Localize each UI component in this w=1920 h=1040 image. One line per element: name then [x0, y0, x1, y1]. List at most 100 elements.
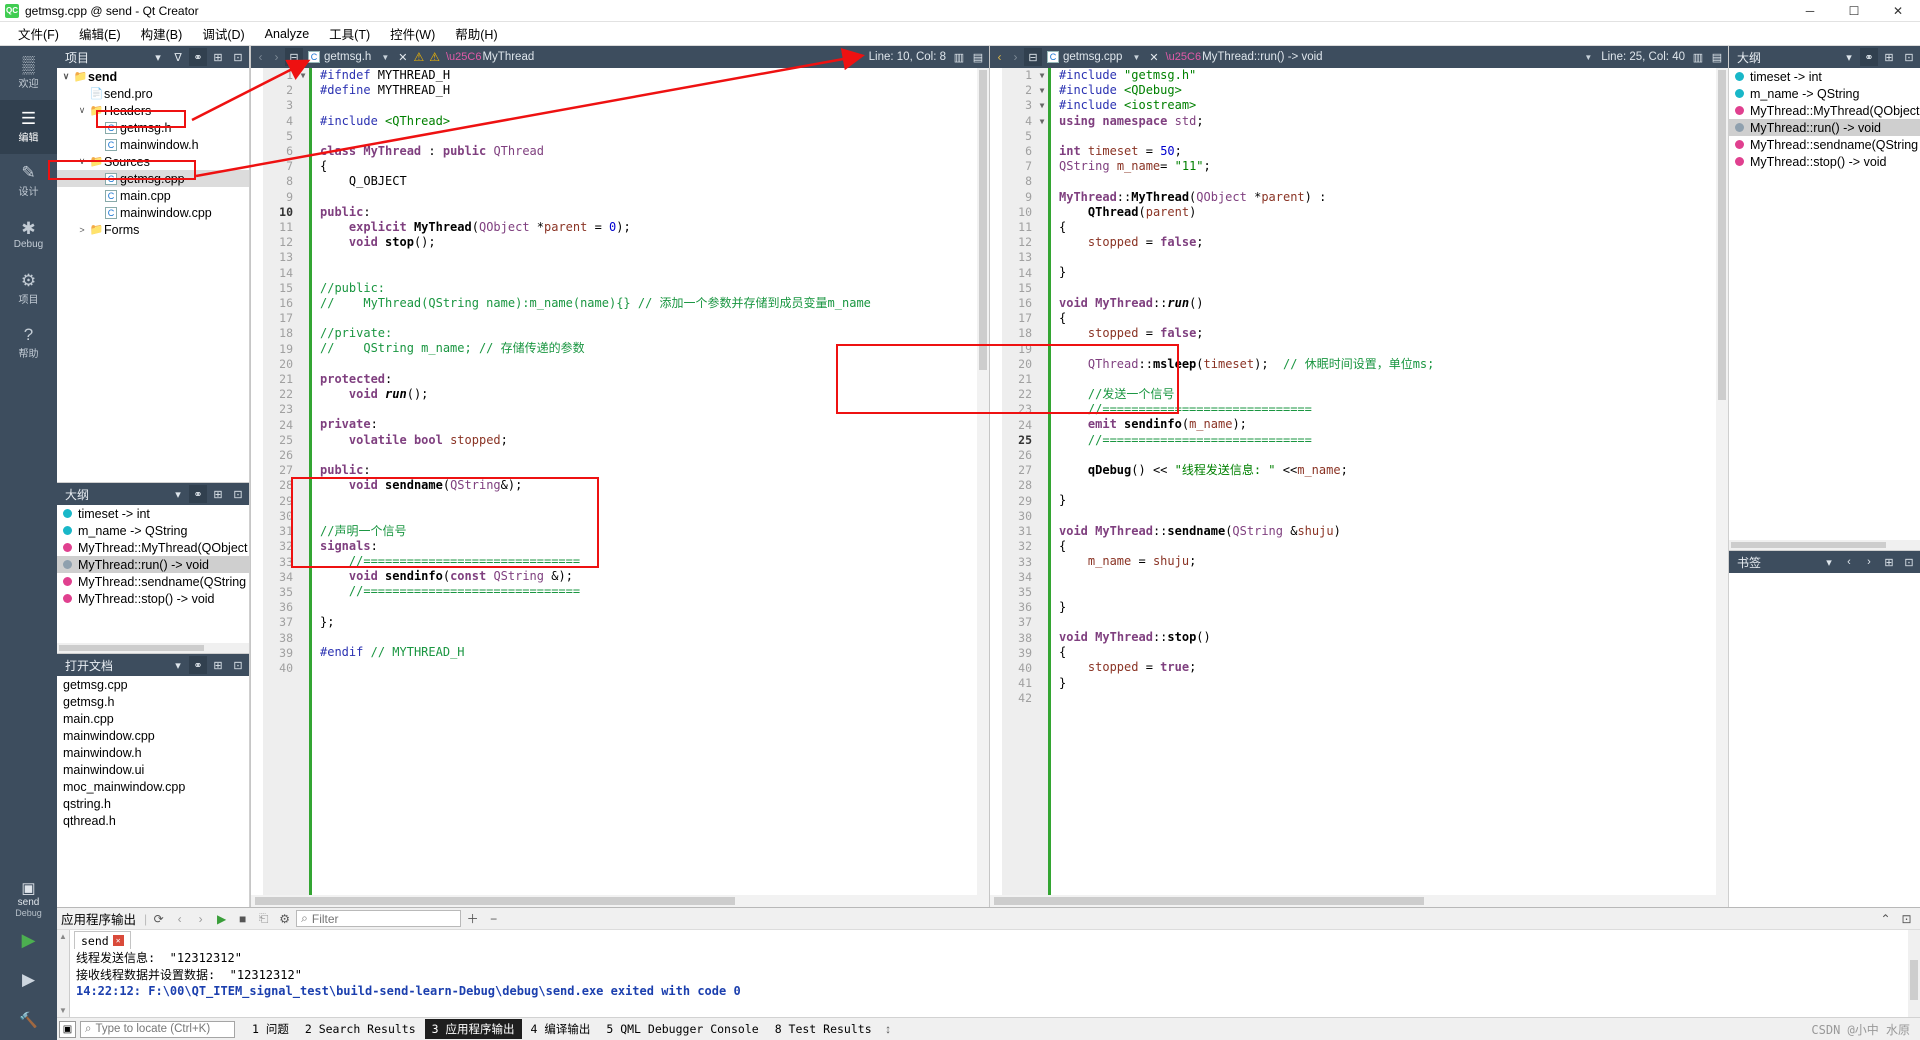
tree-item-mainwindow.cpp[interactable]: Cmainwindow.cpp: [57, 204, 249, 221]
minimize-icon[interactable]: ─: [1788, 0, 1832, 22]
mode-编辑[interactable]: ☰ 编辑: [0, 100, 57, 154]
warning-icon[interactable]: ⚠: [427, 50, 442, 64]
split-editor-icon[interactable]: ⊟: [1024, 48, 1042, 66]
editor-right-symbol-combo[interactable]: MyThread::run() -> void: [1202, 51, 1578, 63]
menu-item-6[interactable]: 控件(W): [380, 22, 445, 45]
outline-left-item[interactable]: MyThread::run() -> void: [57, 556, 249, 573]
tree-item-getmsg.cpp[interactable]: Cgetmsg.cpp: [57, 170, 249, 187]
outline-right-item[interactable]: MyThread::stop() -> void: [1729, 153, 1920, 170]
tree-item-main.cpp[interactable]: Cmain.cpp: [57, 187, 249, 204]
outline-right-item[interactable]: m_name -> QString: [1729, 85, 1920, 102]
nav-forward-icon[interactable]: ›: [1860, 553, 1878, 571]
open-document-item[interactable]: mainwindow.cpp: [57, 727, 249, 744]
chevron-down-icon[interactable]: ▾: [169, 485, 187, 503]
chevron-down-icon[interactable]: ▼: [376, 53, 394, 62]
editor-left-code-area[interactable]: 1 2 3 4 5 6 7 8 9 10 11 12 13 14 15 16 17 18 19 20 21 22 23 24 2…: [251, 68, 989, 895]
open-document-item[interactable]: main.cpp: [57, 710, 249, 727]
scroll-down-icon[interactable]: ▼: [59, 1006, 67, 1015]
editor-left-file-chip[interactable]: C getmsg.h: [304, 51, 375, 63]
tree-item-getmsg.h[interactable]: Cgetmsg.h: [57, 119, 249, 136]
fold-toggle-icon[interactable]: ▼: [1036, 114, 1048, 129]
zoom-out-icon[interactable]: −: [484, 909, 503, 928]
split-horizontal-icon[interactable]: ▥: [1689, 48, 1707, 66]
chevron-down-icon[interactable]: ▾: [169, 656, 187, 674]
panel-close-icon[interactable]: ⊡: [1900, 48, 1918, 66]
expand-arrow-icon[interactable]: ∨: [75, 105, 89, 116]
menu-item-1[interactable]: 编辑(E): [69, 22, 131, 45]
status-tab-2-Search-Results[interactable]: 2 Search Results: [298, 1020, 423, 1038]
split-icon[interactable]: ⊞: [209, 656, 227, 674]
menu-item-0[interactable]: 文件(F): [8, 22, 69, 45]
build-hammer-icon[interactable]: 🔨: [0, 1000, 57, 1040]
editor-right-file-chip[interactable]: C getmsg.cpp: [1043, 51, 1126, 63]
mode-欢迎[interactable]: ▒ 欢迎: [0, 46, 57, 100]
outline-left-item[interactable]: MyThread::stop() -> void: [57, 590, 249, 607]
warning-icon[interactable]: ⚠: [411, 50, 426, 64]
link-icon[interactable]: ⚭: [189, 485, 207, 503]
locator-options-icon[interactable]: ▣: [59, 1020, 76, 1038]
editor-left-hscrollbar[interactable]: [251, 895, 989, 907]
tree-item-Headers[interactable]: ∨ 📁 Headers: [57, 102, 249, 119]
nav-forward-icon[interactable]: ›: [269, 50, 284, 64]
output-tabs-more-icon[interactable]: ↕: [879, 1020, 898, 1039]
panel-close-icon[interactable]: ⊡: [1900, 553, 1918, 571]
menu-item-2[interactable]: 构建(B): [131, 22, 193, 45]
outline-right-item[interactable]: MyThread::sendname(QString &): [1729, 136, 1920, 153]
fold-toggle-icon[interactable]: ▼: [1036, 98, 1048, 113]
outline-right-item[interactable]: timeset -> int: [1729, 68, 1920, 85]
tree-item-Sources[interactable]: ∨ 📁 Sources: [57, 153, 249, 170]
zoom-in-icon[interactable]: ＋: [463, 909, 482, 928]
nav-back-icon[interactable]: ‹: [170, 909, 189, 928]
mode-Debug[interactable]: ✱ Debug: [0, 208, 57, 262]
tree-item-send[interactable]: ∨ 📁 send: [57, 68, 249, 85]
outline-right-hscrollbar[interactable]: [1729, 540, 1920, 550]
tree-item-mainwindow.h[interactable]: Cmainwindow.h: [57, 136, 249, 153]
outline-right-item[interactable]: MyThread::MyThread(QObject *): [1729, 102, 1920, 119]
split-editor-icon[interactable]: ⊟: [285, 48, 303, 66]
editor-left-fold-column[interactable]: ▼: [297, 68, 309, 895]
kit-selector[interactable]: ▣ send Debug: [0, 876, 57, 920]
editor-left-code[interactable]: #ifndef MYTHREAD_H #define MYTHREAD_H #in…: [312, 68, 977, 895]
open-document-item[interactable]: mainwindow.h: [57, 744, 249, 761]
status-tab-1-问题[interactable]: 1 问题: [245, 1019, 296, 1039]
run-icon[interactable]: ▶: [212, 909, 231, 928]
nav-forward-icon[interactable]: ›: [1008, 50, 1023, 64]
split-horizontal-icon[interactable]: ▥: [950, 48, 968, 66]
editor-right-vscrollbar[interactable]: [1716, 68, 1728, 895]
close-document-icon[interactable]: ✕: [395, 51, 410, 64]
status-tab-8-Test-Results[interactable]: 8 Test Results: [768, 1020, 879, 1038]
stop-icon[interactable]: ■: [233, 909, 252, 928]
menu-item-4[interactable]: Analyze: [255, 25, 319, 43]
rerun-icon[interactable]: ⟳: [149, 909, 168, 928]
chevron-down-icon[interactable]: ▼: [847, 53, 865, 62]
editor-right-code-area[interactable]: 1 2 3 4 5 6 7 8 9 10 11 12 13 14 15 16 17 18 19 20 21 22 23 24 2…: [990, 68, 1728, 895]
split-vertical-icon[interactable]: ▤: [1708, 48, 1726, 66]
mode-帮助[interactable]: ? 帮助: [0, 316, 57, 370]
status-tab-4-编译输出[interactable]: 4 编译输出: [524, 1019, 598, 1039]
fold-toggle-icon[interactable]: ▼: [297, 68, 309, 83]
maximize-icon[interactable]: ☐: [1832, 0, 1876, 22]
outline-left-item[interactable]: m_name -> QString: [57, 522, 249, 539]
gear-icon[interactable]: ⚙: [275, 909, 294, 928]
expand-arrow-icon[interactable]: ∨: [75, 156, 89, 167]
tree-item-send.pro[interactable]: 📄 send.pro: [57, 85, 249, 102]
output-run-tab[interactable]: send ✕: [74, 931, 131, 949]
expand-arrow-icon[interactable]: ∨: [59, 71, 73, 82]
close-output-icon[interactable]: ⊡: [1897, 909, 1916, 928]
chevron-down-icon[interactable]: ▼: [1127, 53, 1145, 62]
chevron-down-icon[interactable]: ▾: [1840, 48, 1858, 66]
outline-left-item[interactable]: MyThread::MyThread(QObject *): [57, 539, 249, 556]
split-vertical-icon[interactable]: ▤: [969, 48, 987, 66]
mode-设计[interactable]: ✎ 设计: [0, 154, 57, 208]
link-icon[interactable]: ⚭: [189, 48, 207, 66]
menu-item-7[interactable]: 帮助(H): [445, 22, 507, 45]
output-vscrollbar[interactable]: [1908, 930, 1920, 1017]
close-icon[interactable]: ✕: [112, 935, 124, 946]
link-icon[interactable]: ⚭: [1860, 48, 1878, 66]
attach-icon[interactable]: ⎗: [254, 909, 273, 928]
outline-left-hscrollbar[interactable]: [57, 643, 249, 653]
outline-right-item[interactable]: MyThread::run() -> void: [1729, 119, 1920, 136]
split-icon[interactable]: ⊞: [209, 48, 227, 66]
mode-项目[interactable]: ⚙ 项目: [0, 262, 57, 316]
close-document-icon[interactable]: ✕: [1146, 51, 1161, 64]
